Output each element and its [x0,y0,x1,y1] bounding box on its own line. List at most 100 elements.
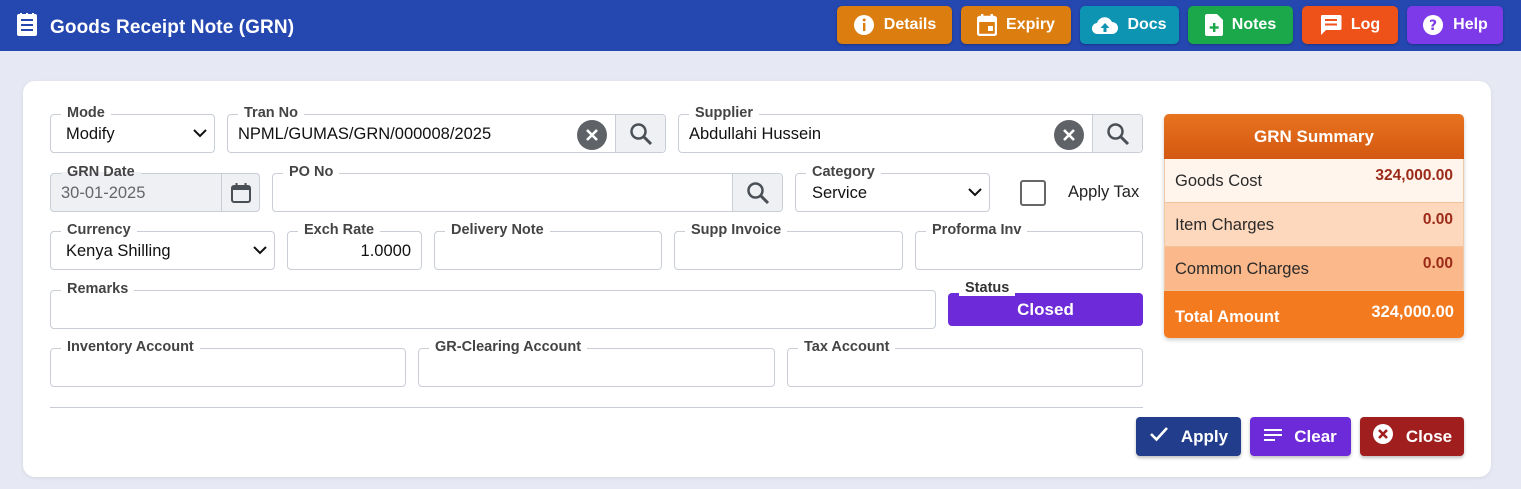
exch-rate-value: 1.0000 [360,242,411,260]
summary-total-label: Total Amount [1175,308,1280,326]
summary-total-value: 324,000.00 [1371,303,1454,321]
delivery-note-label: Delivery Note [445,222,550,238]
calendar-icon [230,182,251,203]
summary-row-label: Goods Cost [1175,172,1263,190]
app-header: Goods Receipt Note (GRN) Details Expiry … [0,0,1521,51]
calendar-icon [977,14,998,36]
close-label: Close [1405,426,1453,446]
currency-select[interactable]: Currency Kenya Shilling [50,222,275,270]
inventory-account-field[interactable]: Inventory Account [50,339,406,387]
comment-icon [1320,14,1342,36]
checkmark-icon [1149,426,1169,447]
clear-lines-icon [1264,427,1283,447]
apply-tax-label: Apply Tax [1068,183,1140,201]
gr-clearing-account-field[interactable]: GR-Clearing Account [418,339,775,387]
proforma-inv-field[interactable]: Proforma Inv [915,222,1143,270]
supp-invoice-field[interactable]: Supp Invoice [674,222,903,270]
date-picker-button[interactable] [221,174,259,211]
exch-rate-label: Exch Rate [298,222,381,238]
tran-no-clear-icon[interactable] [577,120,607,150]
details-label: Details [883,16,937,33]
mode-select[interactable]: Mode Modify [50,105,215,153]
search-icon [1106,122,1129,145]
summary-row-label: Common Charges [1175,260,1309,278]
grn-date-value: 30-01-2025 [61,184,146,202]
tran-no-value: NPML/GUMAS/GRN/000008/2025 [238,125,492,143]
tran-no-label: Tran No [238,105,304,121]
notes-label: Notes [1231,16,1277,33]
tax-account-field[interactable]: Tax Account [787,339,1143,387]
tran-no-search-button[interactable] [615,115,665,152]
proforma-inv-label: Proforma Inv [926,222,1028,238]
summary-row-goods-cost: Goods Cost 324,000.00 [1164,159,1464,203]
po-no-label: PO No [283,164,340,180]
summary-row-value: 0.00 [1422,211,1453,228]
mode-value: Modify [66,125,115,143]
apply-button[interactable]: Apply [1136,417,1241,456]
tax-account-label: Tax Account [798,339,896,355]
details-button[interactable]: Details [837,6,952,44]
currency-label: Currency [61,222,137,238]
svg-text:?: ? [1429,18,1437,34]
remarks-label: Remarks [61,281,135,297]
summary-total-row: Total Amount 324,000.00 [1164,291,1464,338]
document-list-icon [16,13,38,42]
clear-button[interactable]: Clear [1250,417,1351,456]
delivery-note-field[interactable]: Delivery Note [434,222,662,270]
summary-title: GRN Summary [1164,114,1464,159]
mode-label: Mode [61,105,111,121]
inventory-account-label: Inventory Account [61,339,200,355]
remarks-field[interactable]: Remarks [50,281,936,329]
chevron-down-icon [252,242,268,263]
supplier-field[interactable]: Supplier Abdullahi Hussein [678,105,1143,153]
summary-row-value: 324,000.00 [1375,167,1453,184]
summary-row-label: Item Charges [1175,216,1275,234]
apply-tax-checkbox[interactable] [1020,180,1046,206]
supplier-value: Abdullahi Hussein [689,125,822,143]
help-label: Help [1453,16,1488,33]
close-button[interactable]: Close [1360,417,1464,456]
cancel-circle-icon [1372,423,1394,450]
supplier-clear-icon[interactable] [1054,120,1084,150]
chevron-down-icon [192,125,208,146]
summary-row-value: 0.00 [1422,255,1453,272]
grn-summary-panel: GRN Summary Goods Cost 324,000.00 Item C… [1164,114,1464,338]
currency-value: Kenya Shilling [66,242,171,260]
clear-label: Clear [1294,426,1337,446]
po-no-search-button[interactable] [732,174,782,211]
status-badge: Closed [948,293,1143,326]
supplier-search-button[interactable] [1092,115,1142,152]
chevron-down-icon [967,184,983,205]
note-add-icon [1204,14,1223,36]
help-button[interactable]: ? Help [1407,6,1503,44]
category-value: Service [812,184,868,202]
supplier-label: Supplier [689,105,760,121]
supp-invoice-label: Supp Invoice [685,222,788,238]
gr-clearing-account-label: GR-Clearing Account [429,339,588,355]
expiry-button[interactable]: Expiry [961,6,1071,44]
header-title-group: Goods Receipt Note (GRN) [16,13,294,42]
category-label: Category [806,164,881,180]
category-select[interactable]: Category Service [795,164,990,212]
docs-label: Docs [1127,16,1167,33]
search-icon [629,122,652,145]
page-title: Goods Receipt Note (GRN) [50,16,295,38]
docs-button[interactable]: Docs [1080,6,1179,44]
help-icon: ? [1422,14,1444,36]
summary-row-common-charges: Common Charges 0.00 [1164,247,1464,291]
grn-form-card: Mode Modify Tran No NPML/GUMAS/GRN/00000… [23,81,1491,477]
summary-row-item-charges: Item Charges 0.00 [1164,203,1464,247]
info-icon [853,14,875,36]
expiry-label: Expiry [1006,16,1055,33]
grn-date-field[interactable]: GRN Date 30-01-2025 [50,164,260,212]
log-button[interactable]: Log [1302,6,1398,44]
grn-date-label: GRN Date [61,164,141,180]
tran-no-field[interactable]: Tran No NPML/GUMAS/GRN/000008/2025 [227,105,666,153]
po-no-field[interactable]: PO No [272,164,783,212]
cloud-upload-icon [1092,15,1119,35]
notes-button[interactable]: Notes [1188,6,1293,44]
search-icon [746,181,769,204]
form-divider [50,407,1143,408]
status-label: Status [959,280,1016,296]
exch-rate-field[interactable]: Exch Rate 1.0000 [287,222,422,270]
